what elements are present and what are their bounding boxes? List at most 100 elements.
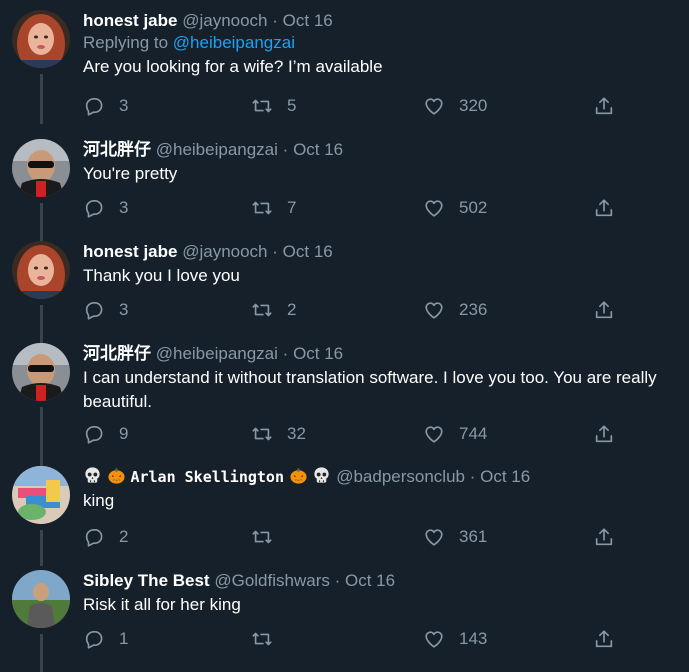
- retweet-button[interactable]: [251, 627, 287, 651]
- replying-to-link[interactable]: @heibeipangzai: [173, 33, 295, 52]
- retweet-button[interactable]: [251, 525, 287, 549]
- share-button[interactable]: [593, 94, 615, 118]
- thread-connector: [40, 530, 43, 566]
- retweet-icon: [252, 427, 272, 441]
- like-button[interactable]: 502: [423, 196, 487, 220]
- tweet-header: Sibley The Best @Goldfishwars · Oct 16: [83, 570, 681, 592]
- avatar[interactable]: [12, 466, 70, 524]
- tweet-actions: 9 32 744: [83, 422, 643, 446]
- display-name[interactable]: 河北胖仔: [83, 140, 151, 159]
- reply-button[interactable]: 3: [83, 298, 128, 322]
- reply-icon: [85, 302, 103, 320]
- avatar[interactable]: [12, 139, 70, 197]
- tweet-date[interactable]: Oct 16: [345, 571, 395, 590]
- thread-connector: [40, 407, 43, 467]
- separator: ·: [469, 467, 476, 486]
- like-button[interactable]: 744: [423, 422, 487, 446]
- reply-button[interactable]: 2: [83, 525, 128, 549]
- share-button[interactable]: [593, 422, 615, 446]
- share-button[interactable]: [593, 525, 615, 549]
- user-handle[interactable]: @jaynooch: [182, 242, 267, 261]
- tweet-date[interactable]: Oct 16: [293, 140, 343, 159]
- share-button[interactable]: [593, 196, 615, 220]
- tweet-content: 河北胖仔 @heibeipangzai · Oct 16 You're pret…: [83, 139, 681, 186]
- share-icon: [595, 630, 613, 648]
- like-button[interactable]: 143: [423, 627, 487, 651]
- retweet-icon: [252, 201, 272, 215]
- tweet-header: honest jabe @jaynooch · Oct 16: [83, 241, 681, 263]
- pumpkin-icon: [290, 468, 307, 484]
- avatar-man-outdoors: [12, 570, 70, 628]
- reply-count: 9: [119, 424, 129, 443]
- tweet-header: Arlan Skellington @badpersonclub · Oct 1…: [83, 466, 681, 488]
- tweet-content: honest jabe @jaynooch · Oct 16 Replying …: [83, 10, 681, 79]
- tweet-content: 河北胖仔 @heibeipangzai · Oct 16 I can under…: [83, 343, 681, 414]
- retweet-icon: [252, 632, 272, 646]
- separator: ·: [272, 11, 278, 30]
- reply-button[interactable]: 3: [83, 196, 128, 220]
- tweet-date[interactable]: Oct 16: [293, 344, 343, 363]
- user-handle[interactable]: @jaynooch: [182, 11, 267, 30]
- avatar[interactable]: [12, 10, 70, 68]
- avatar[interactable]: [12, 241, 70, 299]
- like-count: 361: [459, 527, 488, 546]
- like-count: 502: [459, 198, 488, 217]
- share-icon: [595, 528, 613, 546]
- avatar[interactable]: [12, 343, 70, 401]
- share-icon: [595, 199, 613, 217]
- retweet-button[interactable]: 7: [251, 196, 296, 220]
- tweet[interactable]: 河北胖仔 @heibeipangzai · Oct 16 You're pret…: [0, 139, 689, 241]
- retweet-icon: [252, 530, 272, 544]
- retweet-count: 5: [287, 96, 297, 115]
- reply-button[interactable]: 9: [83, 422, 128, 446]
- display-name[interactable]: honest jabe: [83, 11, 177, 30]
- like-button[interactable]: 361: [423, 525, 487, 549]
- tweet-text: Thank you I love you: [83, 266, 240, 285]
- like-count: 320: [459, 96, 488, 115]
- tweet-content: honest jabe @jaynooch · Oct 16 Thank you…: [83, 241, 681, 288]
- thread-connector: [40, 305, 43, 343]
- display-name[interactable]: honest jabe: [83, 242, 177, 261]
- tweet-actions: 2 361: [83, 525, 643, 549]
- user-handle[interactable]: @badpersonclub: [336, 467, 465, 486]
- retweet-button[interactable]: 5: [251, 94, 296, 118]
- thread-connector: [40, 74, 43, 124]
- like-button[interactable]: 236: [423, 298, 487, 322]
- tweet-text: Risk it all for her king: [83, 595, 241, 614]
- separator: ·: [334, 571, 341, 590]
- retweet-button[interactable]: 32: [251, 422, 306, 446]
- avatar[interactable]: [12, 570, 70, 628]
- replying-to: Replying to @heibeipangzai: [83, 32, 681, 54]
- retweet-button[interactable]: 2: [251, 298, 296, 322]
- reply-count: 1: [119, 629, 129, 648]
- user-handle[interactable]: @heibeipangzai: [156, 344, 278, 363]
- tweet-text: I can understand it without translation …: [83, 368, 657, 411]
- display-name[interactable]: Arlan Skellington: [130, 468, 284, 486]
- tweet-date[interactable]: Oct 16: [283, 242, 333, 261]
- share-icon: [595, 301, 613, 319]
- tweet[interactable]: 河北胖仔 @heibeipangzai · Oct 16 I can under…: [0, 343, 689, 467]
- heart-icon: [425, 631, 443, 648]
- share-button[interactable]: [593, 298, 615, 322]
- reply-button[interactable]: 1: [83, 627, 128, 651]
- thread-connector: [40, 203, 43, 241]
- tweet-date[interactable]: Oct 16: [480, 467, 530, 486]
- tweet-date[interactable]: Oct 16: [283, 11, 333, 30]
- avatar-woman-red-hair: [12, 10, 70, 68]
- tweet[interactable]: honest jabe @jaynooch · Oct 16 Thank you…: [0, 241, 689, 343]
- reply-count: 3: [119, 300, 129, 319]
- display-name[interactable]: Sibley The Best: [83, 571, 210, 590]
- share-button[interactable]: [593, 627, 615, 651]
- display-name[interactable]: 河北胖仔: [83, 344, 151, 363]
- tweet[interactable]: honest jabe @jaynooch · Oct 16 Replying …: [0, 10, 689, 124]
- share-icon: [595, 425, 613, 443]
- tweet[interactable]: Arlan Skellington @badpersonclub · Oct 1…: [0, 466, 689, 566]
- user-handle[interactable]: @heibeipangzai: [156, 140, 278, 159]
- reply-button[interactable]: 3: [83, 94, 128, 118]
- reply-icon: [85, 631, 103, 649]
- tweet[interactable]: Sibley The Best @Goldfishwars · Oct 16 R…: [0, 570, 689, 672]
- like-button[interactable]: 320: [423, 94, 487, 118]
- heart-icon: [425, 200, 443, 217]
- user-handle[interactable]: @Goldfishwars: [214, 571, 330, 590]
- reply-count: 3: [119, 96, 129, 115]
